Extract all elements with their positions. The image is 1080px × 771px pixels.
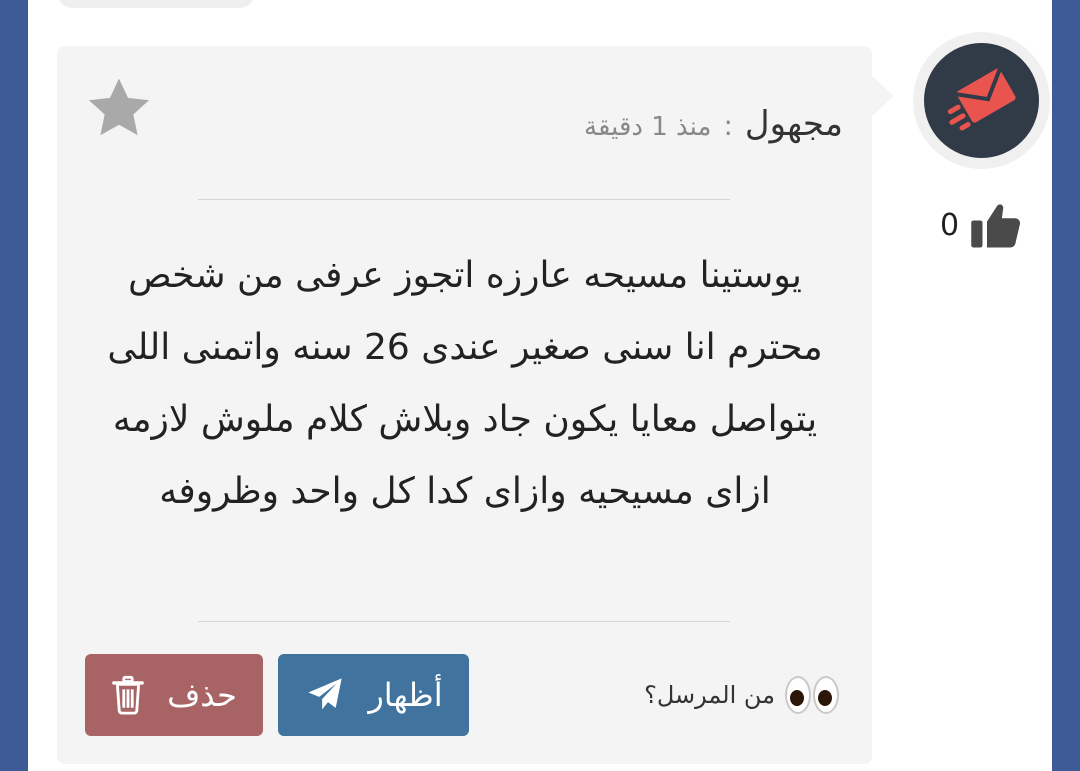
favorite-button[interactable] [84, 74, 154, 144]
avatar-circle [924, 43, 1039, 158]
envelope-logo-icon [947, 68, 1016, 131]
time-ago: منذ 1 دقيقة [584, 112, 712, 142]
reveal-button[interactable]: أظهار [278, 654, 469, 736]
sender-separator: : [723, 109, 733, 142]
card-pointer [872, 76, 894, 116]
trash-icon [112, 675, 144, 715]
question-text: يوستينا مسيحه عارزه اتجوز عرفى من شخص مح… [107, 255, 823, 512]
like-button[interactable] [969, 200, 1023, 250]
reveal-button-label: أظهار [368, 676, 443, 714]
sender-name: مجهول [744, 104, 843, 144]
delete-button[interactable]: حذف [85, 654, 263, 736]
likes: 0 [940, 200, 1030, 250]
reveal-sender-hint: من المرسل؟ [644, 676, 839, 714]
previous-item-button[interactable] [58, 0, 254, 8]
divider-top [198, 199, 730, 200]
reveal-hint-text: من المرسل؟ [644, 681, 775, 709]
previous-item-text: ... [880, 0, 1000, 3]
delete-button-label: حذف [167, 676, 237, 714]
paper-plane-icon [308, 678, 343, 710]
star-icon [88, 78, 150, 136]
sender-avatar[interactable] [913, 32, 1050, 169]
thumbs-up-icon [971, 204, 1021, 248]
eyes-icon [785, 676, 839, 714]
sender-info: مجهول: منذ 1 دقيقة [584, 104, 843, 150]
divider-bottom [198, 621, 730, 622]
like-count: 0 [940, 207, 960, 243]
